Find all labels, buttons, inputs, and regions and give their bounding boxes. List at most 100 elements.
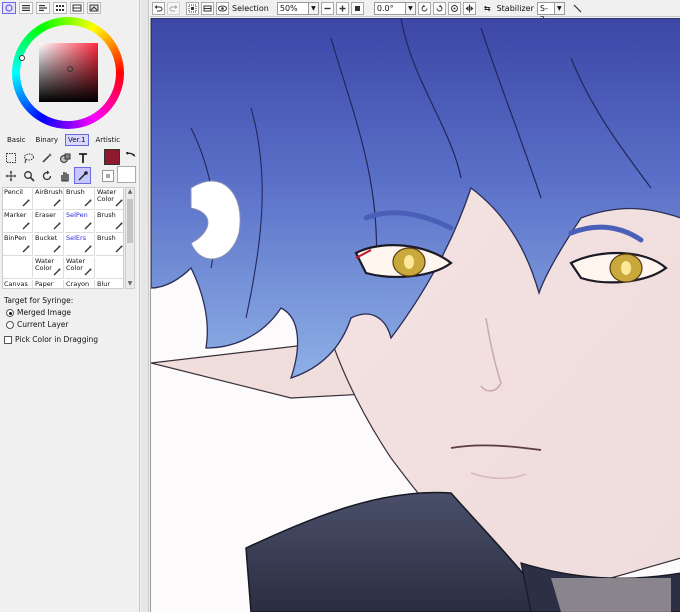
selection-label: Selection (232, 3, 269, 13)
rotation-field[interactable]: 0.0° (373, 1, 406, 15)
brush-slot[interactable]: AirBrush (34, 188, 64, 210)
panel-splitter[interactable] (141, 0, 149, 612)
brush-tip-icon (115, 199, 123, 207)
brush-slot[interactable] (3, 257, 33, 279)
rect-select-icon[interactable] (2, 149, 19, 166)
mode-tab-basic[interactable]: Basic (4, 134, 29, 146)
color-panel-tabs (2, 2, 101, 15)
brush-slot[interactable]: Water Color (96, 188, 123, 210)
syringe-option-layer[interactable]: Current Layer (6, 320, 68, 329)
brush-tip-icon (22, 199, 30, 207)
transparent-color-icon[interactable] (102, 170, 114, 182)
zoom-in-button[interactable] (335, 1, 349, 15)
brush-slot[interactable]: SelPen (65, 211, 95, 233)
selection-visibility-icon[interactable] (216, 1, 229, 15)
rgb-sliders-icon[interactable] (19, 2, 33, 14)
brush-slot-label: Eraser (35, 211, 56, 219)
rotate-left-button[interactable] (417, 1, 431, 15)
brush-slot-label: Canvas (4, 280, 28, 288)
zoom-field[interactable]: 50% (276, 1, 309, 15)
brush-slot[interactable]: Brush (65, 188, 95, 210)
merged-image-radio[interactable] (6, 308, 14, 317)
pick-color-dragging-option[interactable]: Pick Color in Dragging (4, 335, 98, 344)
line-tool-button[interactable] (571, 2, 584, 15)
brush-slot[interactable]: Pencil (3, 188, 33, 210)
brush-slot[interactable]: Blur (96, 280, 123, 288)
brush-slot-label: Water Color (35, 257, 55, 272)
lasso-icon[interactable] (20, 149, 37, 166)
brush-slot[interactable]: Bucket (34, 234, 64, 256)
syringe-option-merged[interactable]: Merged Image (6, 308, 71, 317)
brush-tip-icon (84, 199, 92, 207)
mode-tab-ver1[interactable]: Ver.1 (65, 134, 89, 146)
brush-slot-label: Crayon (66, 280, 90, 288)
tool-icons (2, 149, 98, 184)
brush-slot-label: SelErs (66, 234, 87, 242)
saturation-value-square[interactable] (39, 43, 98, 102)
scroll-up-icon[interactable]: ▲ (127, 188, 133, 196)
rotate-icon[interactable] (38, 167, 55, 184)
brush-slot-label: Water Color (66, 257, 86, 272)
zoom-reset-button[interactable] (350, 1, 364, 15)
scroll-down-icon[interactable]: ▼ (127, 280, 133, 288)
brush-slot[interactable]: Water Color (65, 257, 95, 279)
current-layer-radio[interactable] (6, 320, 14, 329)
saturation-value-marker[interactable] (67, 66, 73, 72)
brush-slot-label: Brush (66, 188, 85, 196)
invert-selection-button[interactable] (201, 1, 214, 15)
mode-tab-binary[interactable]: Binary (33, 134, 62, 146)
stabilizer-icon: ⇆ (483, 3, 491, 13)
rotation-dropdown-icon[interactable]: ▼ (405, 1, 416, 15)
undo-button[interactable] (152, 1, 165, 15)
brush-slot-label: Marker (4, 211, 27, 219)
brush-slot[interactable]: Canvas (3, 280, 33, 288)
zoom-out-button[interactable] (320, 1, 334, 15)
hue-marker[interactable] (19, 55, 25, 61)
swap-colors-icon[interactable] (125, 150, 137, 162)
brush-tip-icon (53, 268, 61, 276)
stabilizer-dropdown-icon[interactable]: ▼ (554, 1, 565, 15)
brush-grid-scroll-thumb[interactable] (127, 199, 133, 243)
swatches-icon[interactable] (53, 2, 67, 14)
brush-slot[interactable]: Eraser (34, 211, 64, 233)
secondary-color-swatch[interactable] (117, 166, 136, 183)
palette-icon[interactable] (70, 2, 84, 14)
brush-slot[interactable]: Crayon (65, 280, 95, 288)
brush-slot[interactable]: Marker (3, 211, 33, 233)
brush-slot[interactable] (96, 257, 123, 279)
merged-image-label: Merged Image (17, 308, 72, 317)
rotate-right-button[interactable] (432, 1, 446, 15)
color-circle-icon[interactable] (2, 2, 16, 14)
select-pen-icon[interactable] (56, 149, 73, 166)
flip-horizontal-button[interactable] (462, 1, 476, 15)
drawing-canvas[interactable] (150, 18, 680, 612)
brush-slot[interactable]: SelErs (65, 234, 95, 256)
stabilizer-field[interactable]: S-2 (536, 1, 555, 24)
brush-slot[interactable]: Water Color (34, 257, 64, 279)
brush-slot[interactable]: Brush (96, 234, 123, 256)
hsv-sliders-icon[interactable] (36, 2, 50, 14)
brush-slot[interactable]: Brush (96, 211, 123, 233)
brush-tool-grid: Pencil AirBrush Brush Water Color Marker Eras… (2, 187, 124, 289)
brush-slot-label: Pencil (4, 188, 23, 196)
eyedropper-icon[interactable] (74, 167, 91, 184)
zoom-dropdown-icon[interactable]: ▼ (308, 1, 319, 15)
move-icon[interactable] (2, 167, 19, 184)
brush-slot[interactable]: BinPen (3, 234, 33, 256)
mode-tab-artistic[interactable]: Artistic (93, 134, 124, 146)
zoom-icon[interactable] (20, 167, 37, 184)
rotation-reset-button[interactable] (447, 1, 461, 15)
primary-color-swatch[interactable] (104, 149, 120, 165)
scratchpad-icon[interactable] (87, 2, 101, 14)
pick-color-dragging-checkbox[interactable] (4, 335, 12, 344)
brush-grid-scrollbar[interactable]: ▲ ▼ (125, 187, 135, 289)
magic-wand-icon[interactable] (38, 149, 55, 166)
pick-color-dragging-label: Pick Color in Dragging (15, 335, 99, 344)
hand-icon[interactable] (56, 167, 73, 184)
redo-button[interactable] (167, 1, 180, 15)
text-icon[interactable] (74, 149, 91, 166)
brush-slot-label: Water Color (97, 188, 117, 203)
brush-slot[interactable]: Paper (34, 280, 64, 288)
brush-slot-label: BinPen (4, 234, 27, 242)
deselect-button[interactable] (186, 1, 199, 15)
